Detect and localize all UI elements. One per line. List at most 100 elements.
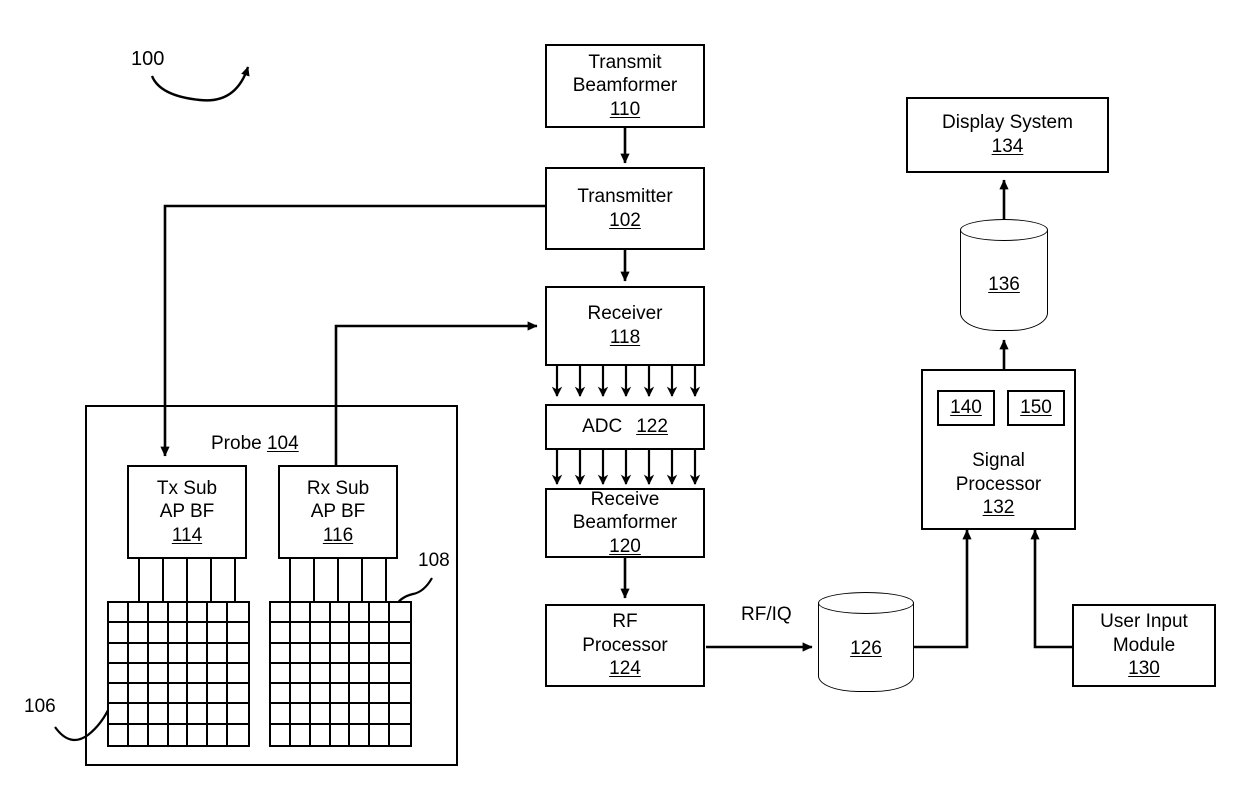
edge-label-rf-iq: RF/IQ — [741, 604, 792, 625]
transducer-element — [390, 704, 410, 725]
transducer-element — [109, 623, 129, 644]
transducer-element — [370, 603, 391, 624]
transducer-element — [350, 684, 371, 705]
transmit-beamformer-line1: Transmit — [588, 51, 662, 73]
transducer-element — [390, 644, 410, 664]
display-system-line1: Display System — [942, 112, 1073, 134]
transducer-element — [330, 663, 351, 685]
receive-beamformer-line2: Beamformer — [572, 512, 678, 534]
node-transmit-beamformer[interactable]: Transmit Beamformer 110 — [545, 44, 705, 128]
image-buffer-ref: 136 — [988, 274, 1020, 295]
transducer-element — [129, 724, 149, 745]
transducer-element — [128, 684, 149, 705]
node-receiver[interactable]: Receiver 118 — [545, 286, 705, 366]
transducer-element — [168, 623, 189, 644]
rf-processor-line1: RF — [612, 611, 638, 633]
transducer-element — [271, 684, 291, 705]
transducer-element — [228, 664, 248, 685]
transducer-element — [370, 724, 391, 745]
transducer-element — [188, 724, 209, 745]
node-receive-beamformer[interactable]: Receive Beamformer 120 — [545, 488, 705, 558]
patent-figure-block-diagram: 100 Transmit Beamformer 110 Transmitter … — [0, 0, 1240, 812]
receive-beamformer-line1: Receive — [590, 488, 660, 510]
tx-transducer-array[interactable] — [107, 601, 250, 747]
transducer-element — [168, 603, 189, 624]
adc-label: ADC — [582, 416, 623, 438]
adc-ref: 122 — [636, 416, 668, 438]
transducer-element — [330, 623, 351, 644]
transducer-element — [148, 684, 169, 705]
probe-label-ref: 104 — [266, 433, 299, 454]
transducer-element — [149, 724, 169, 745]
transducer-element — [271, 704, 291, 725]
receive-beamformer-ref: 120 — [609, 535, 641, 557]
node-signal-processor-sub-140[interactable]: 140 — [937, 390, 995, 426]
node-adc[interactable]: ADC 122 — [545, 404, 705, 450]
signal-processor-ref: 132 — [982, 497, 1015, 519]
transducer-element — [188, 704, 209, 725]
transducer-element — [350, 704, 371, 725]
transducer-element — [390, 664, 410, 685]
rf-iq-buffer-top-ellipse — [818, 592, 914, 614]
transducer-element — [370, 663, 391, 685]
transducer-element — [109, 724, 129, 745]
transmit-beamformer-line2: Beamformer — [572, 75, 678, 97]
rf-processor-line2: Processor — [582, 634, 668, 656]
transducer-element — [228, 725, 248, 745]
transducer-element — [310, 663, 331, 685]
transducer-element — [128, 623, 149, 644]
transducer-element — [290, 663, 311, 685]
user-input-module-line1: User Input — [1100, 611, 1188, 633]
transducer-element — [188, 663, 209, 685]
node-transmitter[interactable]: Transmitter 102 — [545, 167, 705, 250]
wire-user-input-to-signal-processor — [1030, 529, 1072, 649]
transducer-element — [290, 704, 311, 725]
node-signal-processor-sub-150[interactable]: 150 — [1007, 390, 1065, 426]
storage-image-buffer[interactable]: 136 — [960, 219, 1048, 331]
transducer-element — [370, 643, 391, 664]
user-input-module-ref: 130 — [1128, 658, 1160, 680]
transducer-element — [228, 603, 248, 624]
rx-transducer-array[interactable] — [269, 601, 412, 747]
node-rx-sub-ap-bf[interactable]: Rx Sub AP BF 116 — [278, 465, 398, 559]
image-buffer-top-ellipse — [960, 219, 1048, 241]
node-user-input-module[interactable]: User Input Module 130 — [1072, 604, 1216, 687]
transducer-element — [350, 724, 371, 745]
transducer-element — [188, 684, 209, 705]
transducer-element — [109, 663, 129, 685]
node-signal-processor[interactable]: Signal Processor 132 140 150 — [921, 369, 1076, 530]
receiver-line1: Receiver — [587, 303, 663, 325]
transducer-element — [390, 623, 410, 644]
storage-rf-iq-buffer[interactable]: 126 — [818, 592, 914, 692]
tx-sub-ap-bf-line2: AP BF — [159, 501, 215, 523]
transducer-element — [271, 603, 291, 624]
transducer-element — [271, 663, 291, 685]
transducer-element — [188, 603, 209, 624]
probe-label-text: Probe — [211, 433, 262, 454]
transducer-element — [188, 643, 209, 664]
transducer-element — [128, 704, 149, 725]
transducer-element — [208, 643, 229, 664]
transducer-element — [148, 603, 169, 624]
transducer-element — [271, 623, 291, 644]
transducer-element — [128, 663, 149, 685]
bus-adc-to-receive-beamformer — [551, 450, 701, 485]
sub-140-ref: 140 — [950, 397, 982, 419]
transmitter-line1: Transmitter — [577, 185, 673, 207]
transducer-element — [330, 704, 351, 725]
transducer-element — [228, 644, 248, 664]
transducer-element — [148, 663, 169, 685]
transducer-element — [310, 643, 331, 664]
callout-106: 106 — [24, 696, 56, 717]
display-system-ref: 134 — [991, 136, 1024, 157]
transducer-element — [168, 684, 189, 705]
figure-callout-100: 100 — [131, 48, 165, 70]
transducer-element — [330, 684, 351, 705]
transducer-element — [168, 643, 189, 664]
node-display-system[interactable]: Display System 134 — [906, 97, 1109, 173]
transducer-element — [168, 663, 189, 685]
node-rf-processor[interactable]: RF Processor 124 — [545, 604, 705, 687]
transducer-element — [128, 643, 149, 664]
node-tx-sub-ap-bf[interactable]: Tx Sub AP BF 114 — [127, 465, 247, 559]
transducer-element — [188, 623, 209, 644]
